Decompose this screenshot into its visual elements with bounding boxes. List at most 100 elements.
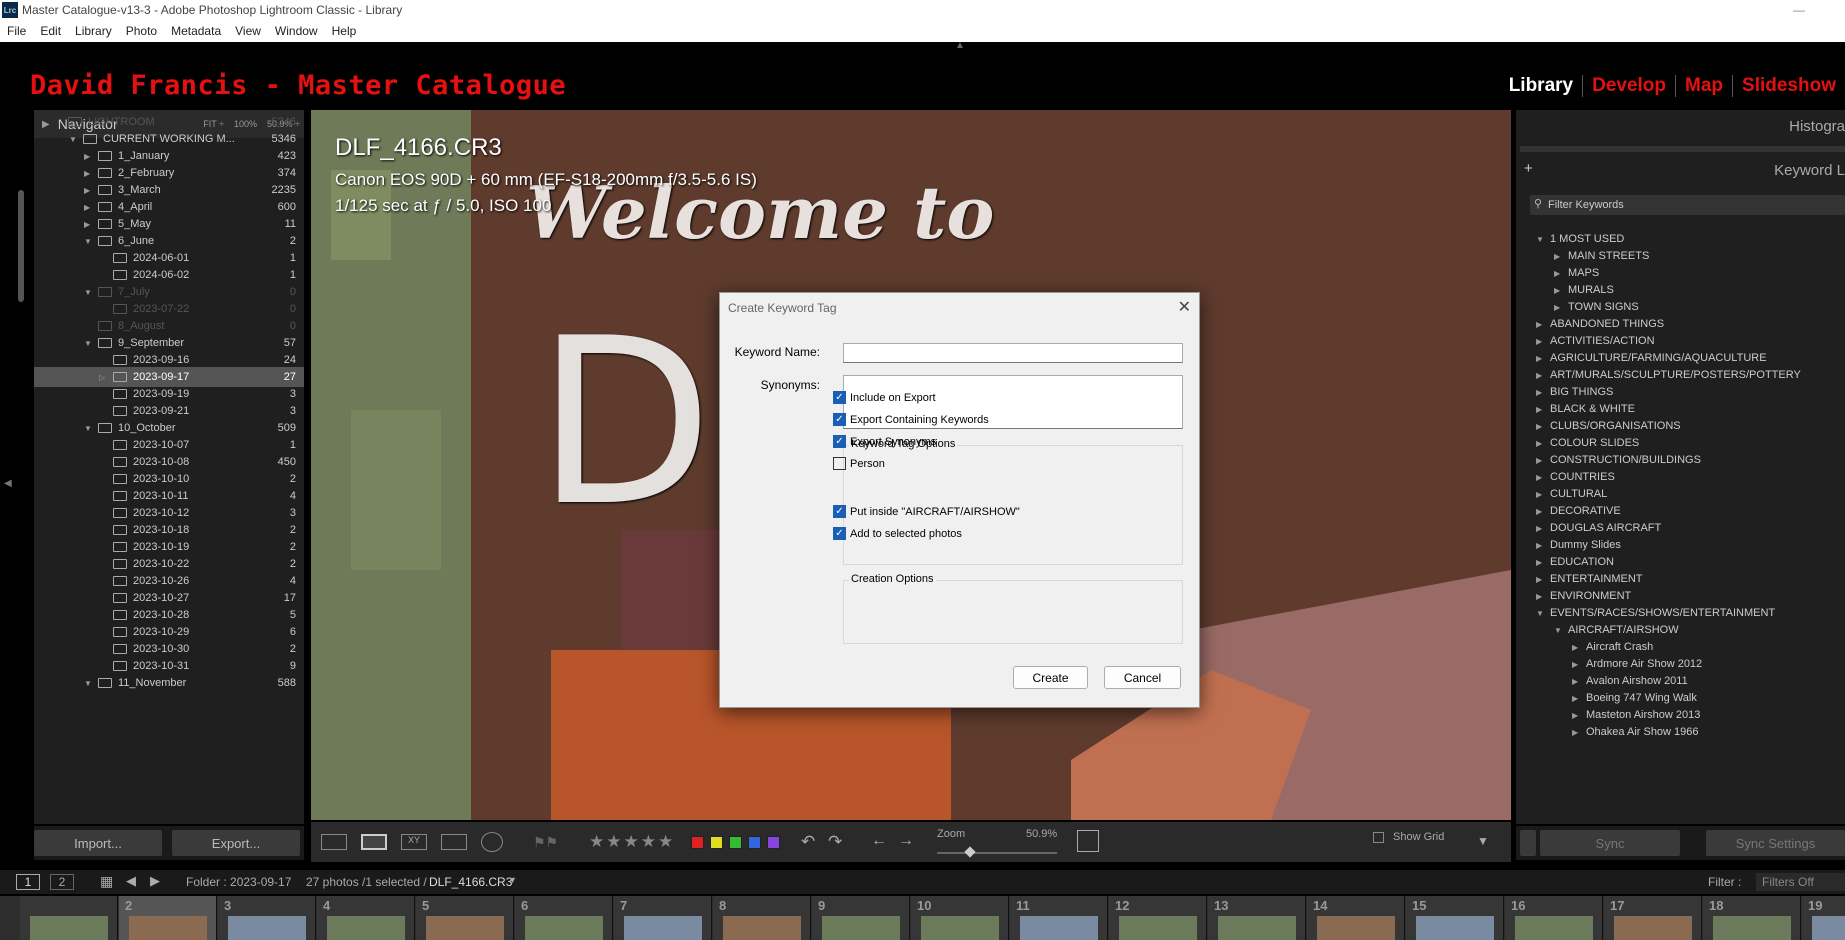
flag-icon[interactable]: ⚑⚑ (533, 834, 558, 851)
disclosure-icon[interactable]: ▼ (69, 135, 77, 144)
filmstrip-cell[interactable]: 12 (1109, 896, 1207, 940)
disclosure-icon[interactable]: ▶ (84, 169, 90, 178)
second-window-button[interactable]: 2 (50, 874, 74, 890)
filmstrip-cell[interactable]: 2 (119, 896, 217, 940)
filter-select[interactable]: Filters Off (1756, 873, 1845, 891)
thumbnail[interactable] (1020, 916, 1098, 940)
disclosure-icon[interactable]: ▼ (1536, 609, 1544, 618)
menu-file[interactable]: File (0, 24, 33, 38)
thumbnail[interactable] (1713, 916, 1791, 940)
disclosure-icon[interactable]: ▶ (1572, 677, 1578, 686)
loupe-view-icon[interactable] (361, 834, 387, 850)
forward-icon[interactable]: ▶ (150, 873, 160, 889)
color-label-swatch[interactable] (729, 836, 742, 849)
filmstrip-cell[interactable]: 16 (1505, 896, 1603, 940)
filmstrip-cell[interactable]: 10 (911, 896, 1009, 940)
disclosure-icon[interactable]: ▶ (1536, 490, 1542, 499)
keyword-row[interactable]: ▶ Ohakea Air Show 1966 (1516, 722, 1845, 742)
filename-dropdown-icon[interactable]: ▼ (508, 875, 517, 885)
filmstrip-cell[interactable]: 4 (317, 896, 415, 940)
thumbnail[interactable] (723, 916, 801, 940)
module-slideshow[interactable]: Slideshow (1732, 75, 1845, 97)
thumbnail[interactable] (525, 916, 603, 940)
disclosure-icon[interactable]: ▶ (1572, 643, 1578, 652)
disclosure-icon[interactable]: ▶ (1554, 286, 1560, 295)
disclosure-icon[interactable]: ▶ (1536, 456, 1542, 465)
zoom-slider[interactable] (937, 852, 1057, 854)
option-checkbox[interactable]: ✓ Export Containing Keywords (833, 413, 989, 426)
disclosure-icon[interactable]: ▶ (1536, 558, 1542, 567)
thumbnail[interactable] (1317, 916, 1395, 940)
module-library[interactable]: Library (1500, 75, 1582, 97)
disclosure-icon[interactable]: ▼ (1554, 626, 1562, 635)
disclosure-icon[interactable]: ▼ (1536, 235, 1544, 244)
keyword-list-header[interactable]: Keyword L (1774, 162, 1845, 179)
filmstrip-cell[interactable]: 15 (1406, 896, 1504, 940)
disclosure-icon[interactable]: ▶ (1536, 473, 1542, 482)
checkbox-icon[interactable]: ✓ (833, 435, 846, 448)
disclosure-icon[interactable]: ▼ (84, 424, 92, 433)
star-rating[interactable]: ★★★★★ (589, 832, 675, 852)
thumbnail[interactable] (1515, 916, 1593, 940)
disclosure-icon[interactable]: ▶ (1554, 252, 1560, 261)
disclosure-icon[interactable]: ▼ (84, 679, 92, 688)
create-button[interactable]: Create (1013, 666, 1088, 689)
folder-scrollbar[interactable] (18, 190, 24, 302)
filmstrip-cell[interactable]: 9 (812, 896, 910, 940)
show-grid-checkbox[interactable] (1373, 832, 1384, 843)
filmstrip-cell[interactable]: 8 (713, 896, 811, 940)
option-checkbox[interactable]: ✓ Include on Export (833, 391, 936, 404)
disclosure-icon[interactable]: ▶ (1536, 592, 1542, 601)
disclosure-icon[interactable]: ▶ (1536, 422, 1542, 431)
filmstrip-cell[interactable]: 18 (1703, 896, 1801, 940)
import-button[interactable]: Import... (34, 830, 162, 856)
checkbox-icon[interactable]: ✓ (833, 391, 846, 404)
thumbnail[interactable] (1416, 916, 1494, 940)
color-label-swatch[interactable] (691, 836, 704, 849)
thumbnail[interactable] (1119, 916, 1197, 940)
filmstrip-cell[interactable]: 6 (515, 896, 613, 940)
checkbox-icon[interactable]: ✓ (833, 505, 846, 518)
menu-library[interactable]: Library (68, 24, 119, 38)
checkbox-icon[interactable]: ✓ (833, 413, 846, 426)
menu-view[interactable]: View (228, 24, 268, 38)
rotate-right-icon[interactable]: ↷ (828, 832, 842, 852)
survey-view-icon[interactable] (441, 834, 467, 850)
add-keyword-icon[interactable]: + (1524, 160, 1533, 177)
disclosure-icon[interactable]: ▶ (1572, 711, 1578, 720)
disclosure-icon[interactable]: ▶ (1536, 320, 1542, 329)
sync-button[interactable]: Sync (1540, 830, 1680, 856)
module-map[interactable]: Map (1675, 75, 1732, 97)
next-photo-icon[interactable]: → (898, 832, 914, 850)
filmstrip-cell[interactable]: 17 (1604, 896, 1702, 940)
disclosure-icon[interactable]: ▶ (1536, 371, 1542, 380)
disclosure-icon[interactable]: ▶ (1554, 303, 1560, 312)
zoom-slider-thumb[interactable] (964, 846, 976, 858)
previous-photo-icon[interactable]: ← (871, 832, 887, 850)
export-button[interactable]: Export... (172, 830, 300, 856)
option-checkbox[interactable]: ✓ Export Synonyms (833, 435, 936, 448)
disclosure-icon[interactable]: ▶ (1572, 694, 1578, 703)
menu-photo[interactable]: Photo (119, 24, 164, 38)
main-window-button[interactable]: 1 (16, 874, 40, 890)
disclosure-icon[interactable]: ▶ (1536, 354, 1542, 363)
sync-settings-button[interactable]: Sync Settings (1706, 830, 1845, 856)
filmstrip-cell[interactable]: 5 (416, 896, 514, 940)
selected-filename[interactable]: DLF_4166.CR3 (429, 875, 512, 889)
sync-toggle-icon[interactable] (1520, 830, 1536, 856)
thumbnail[interactable] (921, 916, 999, 940)
filmstrip-cell[interactable]: 3 (218, 896, 316, 940)
menu-metadata[interactable]: Metadata (164, 24, 228, 38)
thumbnail[interactable] (822, 916, 900, 940)
disclosure-icon[interactable]: ▶ (1572, 660, 1578, 669)
compare-view-icon[interactable]: XY (401, 834, 427, 850)
thumbnail[interactable] (129, 916, 207, 940)
keyword-name-input[interactable] (843, 343, 1183, 363)
filter-keywords-field[interactable]: ⚲ Filter Keywords (1530, 195, 1845, 215)
close-icon[interactable]: ✕ (1178, 297, 1191, 317)
checkbox-icon[interactable] (833, 457, 846, 470)
toolbar-menu-icon[interactable]: ▼ (1477, 834, 1489, 848)
disclosure-icon[interactable]: ▶ (84, 220, 90, 229)
thumbnail[interactable] (426, 916, 504, 940)
filmstrip-cell[interactable]: 13 (1208, 896, 1306, 940)
